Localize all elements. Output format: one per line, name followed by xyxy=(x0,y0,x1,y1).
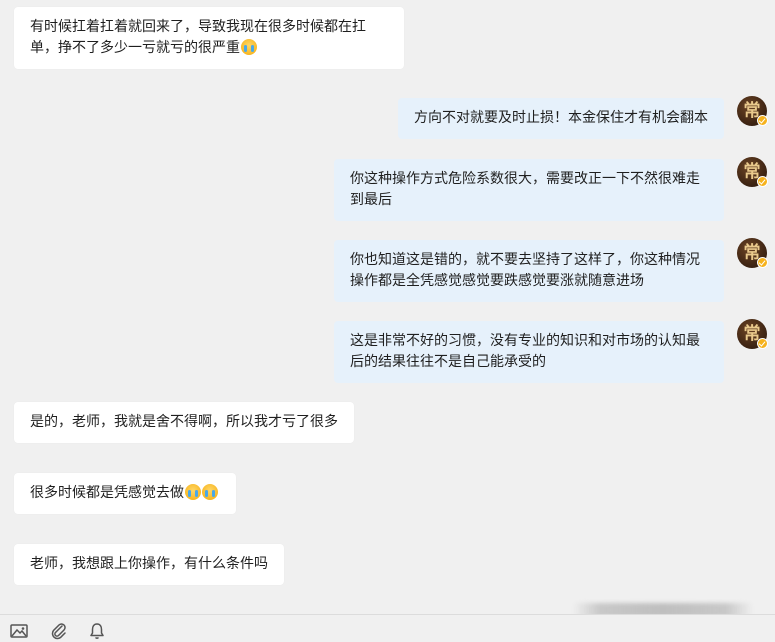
message-text: 很多时候都是凭感觉去做 xyxy=(30,485,184,501)
message-bubble-incoming: 有时候扛着扛着就回来了，导致我现在很多时候都在扛单，挣不了多少一亏就亏的很严重 xyxy=(14,7,404,69)
verified-badge-icon xyxy=(757,257,768,268)
bell-icon[interactable] xyxy=(87,621,107,641)
input-toolbar xyxy=(0,614,775,642)
message-text: 这是非常不好的习惯，没有专业的知识和对市场的认知最后的结果往往不是自己能承受的 xyxy=(350,333,700,370)
message-text: 你也知道这是错的，就不要去坚持了这样了，你这种情况操作都是全凭感觉感觉要跌感觉要… xyxy=(350,252,700,289)
crying-face-emoji xyxy=(241,39,257,55)
message-bubble-incoming: 是的，老师，我就是舍不得啊，所以我才亏了很多 xyxy=(14,402,354,443)
verified-badge-icon xyxy=(757,176,768,187)
message-bubble-outgoing: 你这种操作方式危险系数很大，需要改正一下不然很难走到最后 xyxy=(334,159,724,221)
chat-window: 有时候扛着扛着就回来了，导致我现在很多时候都在扛单，挣不了多少一亏就亏的很严重 … xyxy=(0,0,775,642)
message-bubble-incoming: 很多时候都是凭感觉去做 xyxy=(14,473,236,514)
message-text: 是的，老师，我就是舍不得啊，所以我才亏了很多 xyxy=(30,414,338,430)
image-icon[interactable] xyxy=(9,621,29,641)
avatar[interactable]: 常 xyxy=(737,157,768,187)
avatar[interactable]: 常 xyxy=(737,238,768,268)
message-bubble-outgoing: 方向不对就要及时止损！本金保住才有机会翻本 xyxy=(398,98,724,139)
attachment-icon[interactable] xyxy=(49,621,69,641)
message-text: 你这种操作方式危险系数很大，需要改正一下不然很难走到最后 xyxy=(350,171,700,208)
message-text: 方向不对就要及时止损！本金保住才有机会翻本 xyxy=(414,110,708,126)
avatar[interactable]: 常 xyxy=(737,319,768,349)
message-bubble-incoming: 老师，我想跟上你操作，有什么条件吗 xyxy=(14,544,284,585)
message-text: 老师，我想跟上你操作，有什么条件吗 xyxy=(30,556,268,572)
avatar[interactable]: 常 xyxy=(737,96,768,126)
message-bubble-outgoing: 这是非常不好的习惯，没有专业的知识和对市场的认知最后的结果往往不是自己能承受的 xyxy=(334,321,724,383)
crying-face-emoji xyxy=(185,484,201,500)
message-text: 有时候扛着扛着就回来了，导致我现在很多时候都在扛单，挣不了多少一亏就亏的很严重 xyxy=(30,19,366,56)
message-bubble-outgoing: 你也知道这是错的，就不要去坚持了这样了，你这种情况操作都是全凭感觉感觉要跌感觉要… xyxy=(334,240,724,302)
crying-face-emoji xyxy=(202,484,218,500)
verified-badge-icon xyxy=(757,115,768,126)
verified-badge-icon xyxy=(757,338,768,349)
